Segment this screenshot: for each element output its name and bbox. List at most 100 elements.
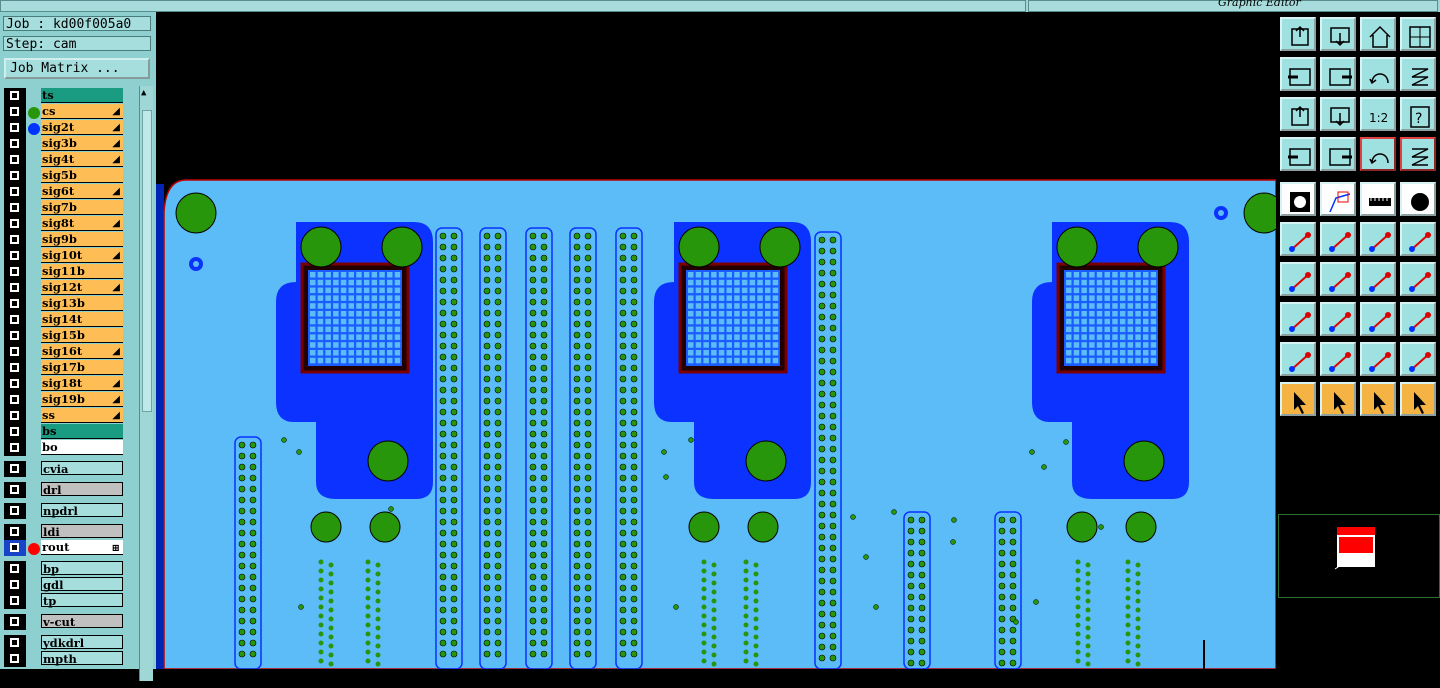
layer-checkbox[interactable] — [4, 296, 26, 312]
layer-name[interactable]: sig17b — [41, 360, 123, 375]
layer-name[interactable]: cvia — [41, 461, 123, 476]
layer-name[interactable]: ldi — [41, 524, 123, 539]
layer-row-sig2t[interactable]: sig2t ◢ — [4, 120, 126, 136]
layer-checkbox[interactable] — [4, 360, 26, 376]
layer-row-ydkdrl[interactable]: ydkdrl — [4, 635, 126, 651]
layer-name[interactable]: gdl — [41, 577, 123, 592]
layer-checkbox[interactable] — [4, 482, 26, 498]
layer-checkbox[interactable] — [4, 200, 26, 216]
overview-map[interactable] — [1278, 514, 1440, 598]
triangle-button[interactable] — [1280, 342, 1316, 376]
rotate-button[interactable] — [1360, 262, 1396, 296]
layer-name[interactable]: v-cut — [41, 614, 123, 629]
layer-row-sig11b[interactable]: sig11b — [4, 264, 126, 280]
layer-name[interactable]: bs — [41, 424, 123, 439]
feature-filter-button[interactable] — [1400, 182, 1436, 216]
layer-row-sig3b[interactable]: sig3b ◢ — [4, 136, 126, 152]
layer-checkbox[interactable] — [4, 408, 26, 424]
select-arrow-button[interactable] — [1280, 382, 1316, 416]
layer-checkbox[interactable] — [4, 392, 26, 408]
layer-checkbox[interactable] — [4, 168, 26, 184]
layer-row-sig7b[interactable]: sig7b — [4, 200, 126, 216]
select-poly-button[interactable] — [1360, 382, 1396, 416]
layer-name[interactable]: sig19b ◢ — [41, 392, 123, 407]
layer-checkbox[interactable] — [4, 524, 26, 540]
layer-checkbox[interactable] — [4, 651, 26, 667]
graphic-canvas[interactable] — [156, 12, 1276, 669]
layer-row-sig4t[interactable]: sig4t ◢ — [4, 152, 126, 168]
layer-row-sig15b[interactable]: sig15b — [4, 328, 126, 344]
layer-checkbox[interactable] — [4, 152, 26, 168]
move-pad-button[interactable] — [1280, 302, 1316, 336]
fit-screen-button[interactable] — [1280, 97, 1316, 131]
layer-checkbox[interactable] — [4, 328, 26, 344]
pan-right-button[interactable] — [1320, 57, 1356, 91]
layer-checkbox[interactable] — [4, 248, 26, 264]
dimension-button[interactable] — [1360, 302, 1396, 336]
layer-row-sig8t[interactable]: sig8t ◢ — [4, 216, 126, 232]
layer-row-cs[interactable]: cs ◢ — [4, 104, 126, 120]
triangle-cut-button[interactable] — [1400, 342, 1436, 376]
layer-row-sig13b[interactable]: sig13b — [4, 296, 126, 312]
layer-row-ts[interactable]: ts — [4, 88, 126, 104]
grid-xy-button[interactable] — [1400, 17, 1436, 51]
layer-row-gdl[interactable]: gdl — [4, 577, 126, 593]
connect-nodes-button[interactable] — [1280, 222, 1316, 256]
layer-checkbox[interactable] — [4, 635, 26, 651]
line-button[interactable] — [1320, 302, 1356, 336]
help-button[interactable]: ? — [1400, 97, 1436, 131]
layer-row-sig10t[interactable]: sig10t ◢ — [4, 248, 126, 264]
layer-checkbox[interactable] — [4, 440, 26, 456]
layer-name[interactable]: rout ⊞ — [41, 540, 123, 555]
pan-left-button[interactable] — [1280, 57, 1316, 91]
layer-row-tp[interactable]: tp — [4, 593, 126, 609]
select-box-button[interactable] — [1320, 382, 1356, 416]
triangle-outline-button[interactable] — [1360, 342, 1396, 376]
delete-node-button[interactable] — [1320, 222, 1356, 256]
add-segment-button[interactable] — [1360, 222, 1396, 256]
layer-name[interactable]: sig10t ◢ — [41, 248, 123, 263]
cut-line-button[interactable] — [1320, 262, 1356, 296]
layer-checkbox[interactable] — [4, 184, 26, 200]
layer-checkbox[interactable] — [4, 561, 26, 577]
mirror-button[interactable] — [1400, 262, 1436, 296]
select-net-button[interactable] — [1400, 382, 1436, 416]
layer-row-sig17b[interactable]: sig17b — [4, 360, 126, 376]
layer-row-sig9b[interactable]: sig9b — [4, 232, 126, 248]
layer-checkbox[interactable] — [4, 461, 26, 477]
zoom-home-button[interactable] — [1280, 17, 1316, 51]
layer-checkbox[interactable] — [4, 136, 26, 152]
layer-row-ldi[interactable]: ldi — [4, 524, 126, 540]
angle-line-button[interactable] — [1280, 262, 1316, 296]
layer-checkbox[interactable] — [4, 593, 26, 609]
layer-checkbox[interactable] — [4, 424, 26, 440]
layer-checkbox[interactable] — [4, 503, 26, 519]
layer-name[interactable]: sig15b — [41, 328, 123, 343]
layer-checkbox[interactable] — [4, 312, 26, 328]
triangle-up-button[interactable] — [1320, 342, 1356, 376]
layer-name[interactable]: sig8t ◢ — [41, 216, 123, 231]
layer-checkbox[interactable] — [4, 104, 26, 120]
layer-name[interactable]: sig6t ◢ — [41, 184, 123, 199]
layer-row-sig14t[interactable]: sig14t — [4, 312, 126, 328]
layer-row-sig6t[interactable]: sig6t ◢ — [4, 184, 126, 200]
layer-checkbox[interactable] — [4, 232, 26, 248]
layer-row-ss[interactable]: ss ◢ — [4, 408, 126, 424]
job-matrix-button[interactable]: Job Matrix ... — [4, 58, 150, 79]
layer-row-bp[interactable]: bp — [4, 561, 126, 577]
net-analyze-button[interactable] — [1400, 137, 1436, 171]
layer-checkbox[interactable] — [4, 540, 26, 556]
layer-checkbox[interactable] — [4, 376, 26, 392]
add-arc-button[interactable] — [1400, 222, 1436, 256]
zoom-in-button[interactable] — [1320, 17, 1356, 51]
layer-row-v-cut[interactable]: v-cut — [4, 614, 126, 630]
select-feature-button[interactable] — [1320, 182, 1356, 216]
layer-name[interactable]: sig11b — [41, 264, 123, 279]
layer-row-drl[interactable]: drl — [4, 482, 126, 498]
layer-name[interactable]: ydkdrl — [41, 635, 123, 650]
layer-name[interactable]: sig13b — [41, 296, 123, 311]
zoom-back-button[interactable] — [1360, 57, 1396, 91]
layer-row-npdrl[interactable]: npdrl — [4, 503, 126, 519]
layer-name[interactable]: cs ◢ — [41, 104, 123, 119]
layer-name[interactable]: sig14t — [41, 312, 123, 327]
